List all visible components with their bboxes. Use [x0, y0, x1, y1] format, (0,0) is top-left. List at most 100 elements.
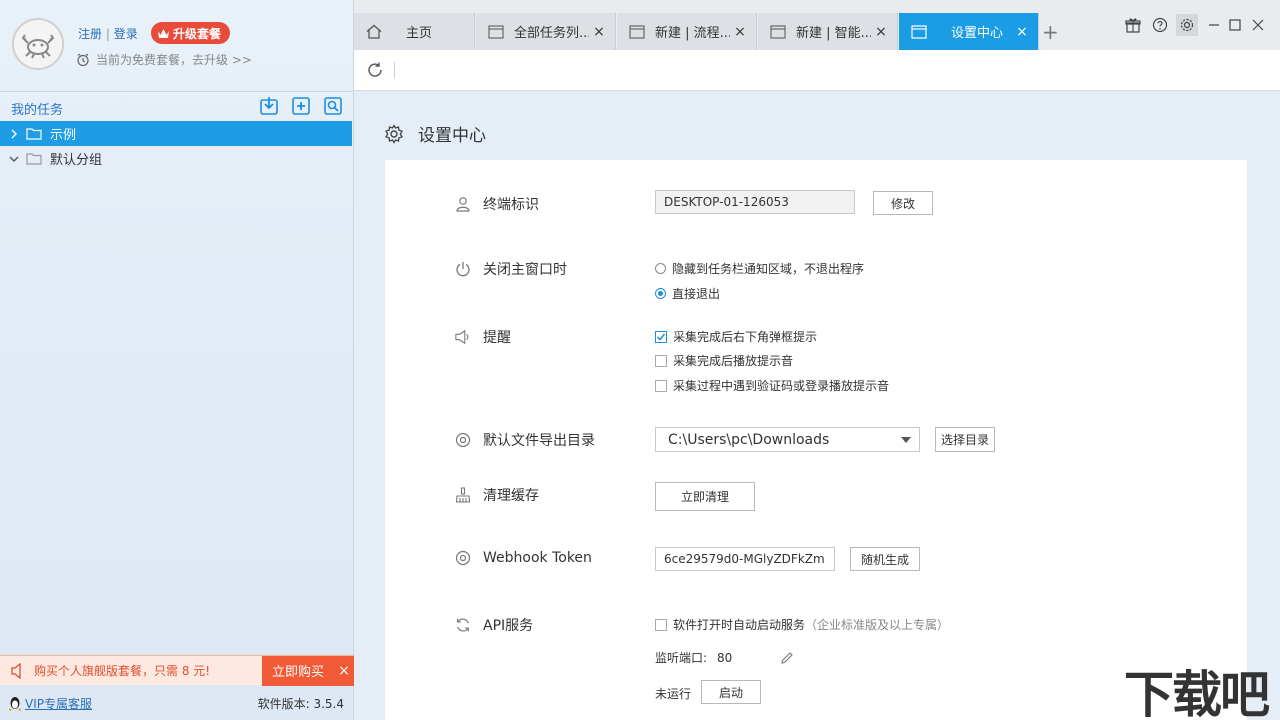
- minimize-icon[interactable]: [1203, 14, 1225, 36]
- target-icon: [455, 432, 471, 448]
- clear-cache-label: 清理缓存: [455, 485, 539, 505]
- close-window-icon[interactable]: [1247, 14, 1269, 36]
- tab-close-icon[interactable]: ×: [589, 24, 609, 40]
- clear-cache-button[interactable]: 立即清理: [655, 482, 755, 511]
- start-api-button[interactable]: 启动: [701, 680, 761, 704]
- reminder-popup-option[interactable]: 采集完成后右下角弹框提示: [655, 328, 817, 345]
- vip-support-link[interactable]: VIP专属客服: [8, 695, 92, 712]
- watermark-logo: 下载吧: [1124, 666, 1270, 720]
- clear-cache-text: 清理缓存: [483, 488, 539, 504]
- tab-all-tasks[interactable]: 全部任务列... ×: [476, 13, 616, 50]
- buy-now-button[interactable]: 立即购买: [262, 655, 334, 686]
- refresh-icon[interactable]: [366, 61, 384, 83]
- page-title: 设置中心: [384, 121, 486, 146]
- terminal-id-text: 终端标识: [483, 197, 539, 213]
- choose-dir-button[interactable]: 选择目录: [935, 427, 995, 452]
- sidebar: 注册 | 登录 升级套餐 当前为免费套餐，去升级 >> 我的任务 示例 默认分组…: [0, 0, 354, 720]
- tab-bar: 主页 全部任务列... × 新建 | 流程... × 新建 | 智能... × …: [354, 0, 1280, 50]
- software-version: 软件版本: 3.5.4: [257, 696, 344, 711]
- tab-close-icon[interactable]: ×: [1012, 24, 1032, 40]
- gift-icon[interactable]: [1122, 14, 1144, 36]
- tab-new-flow[interactable]: 新建 | 流程... ×: [617, 13, 757, 50]
- modify-terminal-button[interactable]: 修改: [873, 191, 933, 215]
- page-title-text: 设置中心: [418, 126, 486, 146]
- vip-support-label: VIP专属客服: [25, 696, 92, 711]
- new-tab-button[interactable]: +: [1042, 20, 1059, 44]
- target-icon: [455, 550, 471, 566]
- webhook-text: Webhook Token: [483, 550, 592, 566]
- export-dir-label: 默认文件导出目录: [455, 430, 595, 450]
- dropdown-arrow-icon[interactable]: [901, 436, 911, 443]
- close-option-hide[interactable]: 隐藏到任务栏通知区域，不退出程序: [655, 260, 864, 277]
- folder-icon: [26, 127, 42, 140]
- tree-item-example[interactable]: 示例: [0, 121, 352, 146]
- register-link[interactable]: 注册: [78, 27, 102, 41]
- checkbox[interactable]: [655, 618, 667, 631]
- avatar[interactable]: [12, 18, 64, 70]
- chevron-right-icon[interactable]: [6, 129, 22, 139]
- reminder-captcha-option[interactable]: 采集过程中遇到验证码或登录播放提示音: [655, 377, 889, 394]
- upgrade-plan-button[interactable]: 升级套餐: [151, 22, 231, 44]
- tab-new-smart[interactable]: 新建 | 智能... ×: [758, 13, 898, 50]
- checkbox[interactable]: [655, 330, 667, 343]
- crown-icon: [158, 28, 169, 38]
- alarm-clock-icon: [77, 53, 89, 66]
- tab-settings[interactable]: 设置中心 ×: [899, 13, 1039, 50]
- reminder-text: 提醒: [483, 330, 511, 346]
- tab-home[interactable]: 主页: [354, 13, 475, 50]
- tree-item-label: 默认分组: [50, 153, 103, 168]
- export-dir-select[interactable]: C:\Users\pc\Downloads: [655, 427, 920, 452]
- my-tasks-title: 我的任务: [11, 103, 64, 118]
- checkbox[interactable]: [655, 379, 667, 392]
- speaker-icon: [11, 662, 21, 679]
- window-icon: [488, 24, 504, 39]
- checkbox[interactable]: [655, 354, 667, 367]
- help-icon[interactable]: [1149, 14, 1171, 36]
- add-task-icon[interactable]: [290, 95, 312, 117]
- window-icon: [770, 24, 786, 39]
- sync-icon: [455, 617, 471, 633]
- import-task-icon[interactable]: [258, 95, 280, 117]
- maximize-icon[interactable]: [1224, 14, 1246, 36]
- reminder-option-label: 采集过程中遇到验证码或登录播放提示音: [673, 379, 890, 393]
- promo-close-icon[interactable]: ×: [334, 655, 354, 686]
- window-icon: [911, 24, 927, 39]
- api-status: 未运行: [655, 687, 692, 701]
- tab-close-icon[interactable]: ×: [730, 24, 750, 40]
- search-task-icon[interactable]: [322, 95, 344, 117]
- tree-item-label: 示例: [50, 128, 77, 143]
- task-header: 我的任务: [0, 92, 354, 120]
- random-generate-button[interactable]: 随机生成: [850, 547, 920, 571]
- chevron-down-icon[interactable]: [6, 155, 22, 163]
- tree-item-default-group[interactable]: 默认分组: [0, 146, 352, 171]
- tab-label: 设置中心: [951, 26, 1004, 41]
- gear-icon[interactable]: [1176, 14, 1198, 36]
- promo-message: 购买个人旗舰版套餐，只需 8 元!: [10, 662, 262, 679]
- crab-logo-icon: [21, 34, 55, 59]
- api-autostart-note: （企业标准版及以上专属）: [805, 618, 950, 632]
- auth-links: 注册 | 登录: [78, 25, 138, 42]
- close-behavior-text: 关闭主窗口时: [483, 262, 567, 278]
- terminal-id-field[interactable]: DESKTOP-01-126053: [655, 190, 855, 214]
- pencil-icon[interactable]: [780, 651, 794, 665]
- promo-text: 购买个人旗舰版套餐，只需 8 元!: [34, 664, 211, 678]
- webhook-label: Webhook Token: [455, 550, 592, 566]
- api-port-row: 监听端口: 80: [655, 649, 794, 666]
- login-link[interactable]: 登录: [114, 27, 138, 41]
- toolbar-divider: [394, 62, 395, 78]
- api-autostart-option[interactable]: 软件打开时自动启动服务 （企业标准版及以上专属）: [655, 616, 949, 633]
- qq-penguin-icon: [8, 696, 22, 711]
- reminder-sound-option[interactable]: 采集完成后播放提示音: [655, 352, 793, 369]
- plan-status[interactable]: 当前为免费套餐，去升级 >>: [76, 51, 252, 68]
- radio-button[interactable]: [655, 263, 666, 274]
- port-label: 监听端口:: [655, 651, 708, 665]
- webhook-token-field[interactable]: 6ce29579d0-MGlyZDFkZm: [655, 547, 835, 571]
- broom-icon: [455, 487, 471, 503]
- tab-close-icon[interactable]: ×: [871, 24, 891, 40]
- close-option-exit[interactable]: 直接退出: [655, 285, 720, 302]
- radio-button[interactable]: [655, 288, 666, 299]
- tab-label: 主页: [406, 26, 433, 41]
- tab-label: 新建 | 智能...: [796, 26, 871, 41]
- speaker-icon: [455, 329, 471, 345]
- reminder-option-label: 采集完成后播放提示音: [673, 354, 794, 368]
